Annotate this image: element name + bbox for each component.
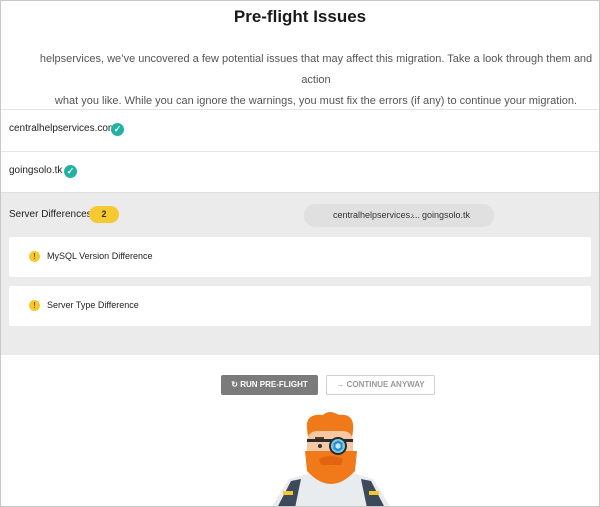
- arrow-right-icon: →: [336, 380, 345, 389]
- preflight-panel: Pre-flight Issues helpservices, we’ve un…: [0, 0, 600, 507]
- run-preflight-button[interactable]: ↻ RUN PRE-FLIGHT: [221, 375, 318, 395]
- issue-server-type[interactable]: ! Server Type Difference: [9, 286, 591, 326]
- site-name: goingsolo.tk: [9, 165, 63, 176]
- server-differences-section: Server Differences 2 centralhelpservices…: [1, 192, 599, 355]
- intro-line-1: helpservices, we’ve uncovered a few pote…: [39, 53, 593, 86]
- check-icon: ✓: [111, 123, 124, 136]
- run-preflight-label: RUN PRE-FLIGHT: [240, 380, 308, 389]
- warning-icon: !: [29, 251, 40, 262]
- issue-count-badge: 2: [89, 206, 119, 223]
- destination-site: goingsolo.tk: [422, 210, 471, 220]
- chevron-right-icon: ›: [411, 210, 414, 220]
- issue-mysql-version[interactable]: ! MySQL Version Difference: [9, 237, 591, 277]
- site-row-source: centralhelpservices.com ✓: [1, 109, 599, 151]
- warning-icon: !: [29, 300, 40, 311]
- check-icon: ✓: [64, 165, 77, 178]
- site-name: centralhelpservices.com: [9, 123, 117, 134]
- source-site: centralhelpservices....: [333, 210, 421, 220]
- continue-anyway-button[interactable]: → CONTINUE ANYWAY: [326, 375, 435, 395]
- site-row-destination: goingsolo.tk ✓: [1, 151, 599, 193]
- site-comparison-pill: centralhelpservices.... › goingsolo.tk: [304, 204, 494, 227]
- issue-label: Server Type Difference: [47, 300, 139, 310]
- continue-anyway-label: CONTINUE ANYWAY: [346, 380, 425, 389]
- page-title: Pre-flight Issues: [233, 7, 367, 26]
- mascot-illustration: [272, 412, 390, 506]
- refresh-icon: ↻: [231, 380, 238, 389]
- issue-label: MySQL Version Difference: [47, 251, 153, 261]
- intro-text: helpservices, we’ve uncovered a few pote…: [33, 49, 599, 112]
- server-differences-label: Server Differences: [9, 209, 92, 220]
